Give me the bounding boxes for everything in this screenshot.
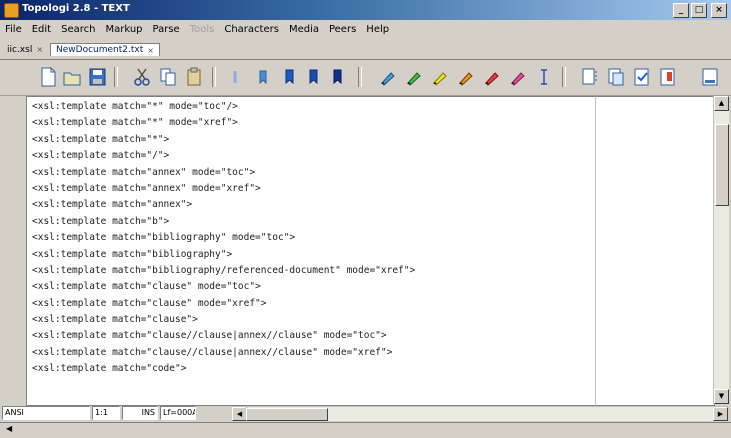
bottom-bar: ◀ [0,422,731,438]
menu-parse[interactable]: Parse [148,21,185,38]
document-tab-bar: iic.xsl × NewDocument2.txt × [0,40,731,60]
tab-label: iic.xsl [7,44,33,55]
toolbar-separator [212,67,216,87]
code-line[interactable]: <xsl:template match="bibliography"> [32,247,415,263]
save-icon[interactable] [87,66,107,88]
code-line[interactable]: <xsl:template match="annex" mode="toc"> [32,165,415,181]
tab-newdocument2[interactable]: NewDocument2.txt × [50,43,160,56]
document-info-icon[interactable] [658,66,678,88]
marker-pink-icon[interactable] [508,66,528,88]
code-line[interactable]: <xsl:template match="clause" mode="toc"> [32,279,415,295]
code-line[interactable]: <xsl:template match="clause//clause|anne… [32,328,415,344]
tab-label: NewDocument2.txt [56,45,144,55]
marker-yellow-icon[interactable] [430,66,450,88]
menu-bar: File Edit Search Markup Parse Tools Char… [0,21,731,38]
document-split-icon[interactable] [580,66,600,88]
horizontal-scroll-thumb[interactable] [246,408,328,421]
code-line[interactable]: <xsl:template match="bibliography" mode=… [32,230,415,246]
panel-icon[interactable] [700,66,720,88]
code-line[interactable]: <xsl:template match="clause"> [32,312,415,328]
code-editor[interactable]: <xsl:template match="*" mode="toc"/> <xs… [26,96,596,406]
marker-red-icon[interactable] [482,66,502,88]
insert-mode-indicator: INS [122,406,158,420]
scroll-right-icon[interactable]: ▶ [713,407,728,421]
bookmark-next-icon[interactable] [304,66,324,88]
column-indicator: 1:1 [92,406,120,420]
encoding-select[interactable]: ANSI [2,406,90,420]
code-line[interactable]: <xsl:template match="*"> [32,132,415,148]
vertical-scrollbar[interactable]: ▲ ▼ [713,96,729,404]
code-line[interactable]: <xsl:template match="*" mode="xref"> [32,115,415,131]
new-document-icon[interactable] [38,66,58,88]
text-cursor-icon[interactable] [534,66,554,88]
copy-icon[interactable] [158,66,178,88]
tab-close-icon[interactable]: × [36,45,43,54]
code-line[interactable]: <xsl:template match="clause//clause|anne… [32,345,415,361]
side-panel[interactable] [595,96,715,406]
app-window: Topologi 2.8 - TEXT _ □ × File Edit Sear… [0,0,731,438]
open-folder-icon[interactable] [62,66,82,88]
menu-edit[interactable]: Edit [27,21,56,38]
menu-media[interactable]: Media [284,21,324,38]
title-bar[interactable]: Topologi 2.8 - TEXT _ □ × [0,0,731,20]
toolbar [0,61,731,96]
code-line[interactable]: <xsl:template match="clause" mode="xref"… [32,296,415,312]
toolbar-separator [562,67,566,87]
code-line[interactable]: <xsl:template match="b"> [32,214,415,230]
horizontal-scrollbar[interactable]: ◀ ▶ [232,406,728,421]
menu-peers[interactable]: Peers [324,21,361,38]
indent-icon[interactable] [226,66,246,88]
menu-search[interactable]: Search [56,21,100,38]
minimize-button[interactable]: _ [673,3,689,18]
scroll-up-icon[interactable]: ▲ [714,96,729,111]
toolbar-separator [114,67,118,87]
menu-markup[interactable]: Markup [100,21,147,38]
app-logo-icon[interactable] [4,3,19,18]
scroll-down-icon[interactable]: ▼ [714,389,729,404]
code-line[interactable]: <xsl:template match="/"> [32,148,415,164]
document-copy-icon[interactable] [606,66,626,88]
menu-help[interactable]: Help [361,21,394,38]
bottom-arrow-icon[interactable]: ◀ [6,424,12,433]
cut-icon[interactable] [132,66,152,88]
bookmark-blue-icon[interactable] [254,66,274,88]
tab-iic-xsl[interactable]: iic.xsl × [2,44,48,56]
document-check-icon[interactable] [632,66,652,88]
code-line[interactable]: <xsl:template match="code"> [32,361,415,377]
marker-green-icon[interactable] [404,66,424,88]
editor-lines: <xsl:template match="*" mode="toc"/> <xs… [32,99,415,378]
close-button[interactable]: × [711,3,727,18]
marker-blue-icon[interactable] [378,66,398,88]
menu-characters[interactable]: Characters [219,21,284,38]
bookmark-prev-icon[interactable] [328,66,348,88]
menu-tools: Tools [189,24,215,35]
code-line[interactable]: <xsl:template match="annex" mode="xref"> [32,181,415,197]
tab-close-icon[interactable]: × [147,46,154,55]
toolbar-separator [358,67,362,87]
maximize-button[interactable]: □ [691,3,707,18]
code-line[interactable]: <xsl:template match="annex"> [32,197,415,213]
paste-icon[interactable] [184,66,204,88]
marker-orange-icon[interactable] [456,66,476,88]
window-controls: _ □ × [673,3,727,18]
scroll-left-icon[interactable]: ◀ [232,407,247,421]
code-line[interactable]: <xsl:template match="bibliography/refere… [32,263,415,279]
vertical-scroll-thumb[interactable] [715,124,729,206]
window-title: Topologi 2.8 - TEXT [22,3,130,14]
menu-file[interactable]: File [0,21,27,38]
code-line[interactable]: <xsl:template match="*" mode="toc"/> [32,99,415,115]
bookmark-add-icon[interactable] [280,66,300,88]
line-ending-indicator: Lf=000A [160,406,196,420]
